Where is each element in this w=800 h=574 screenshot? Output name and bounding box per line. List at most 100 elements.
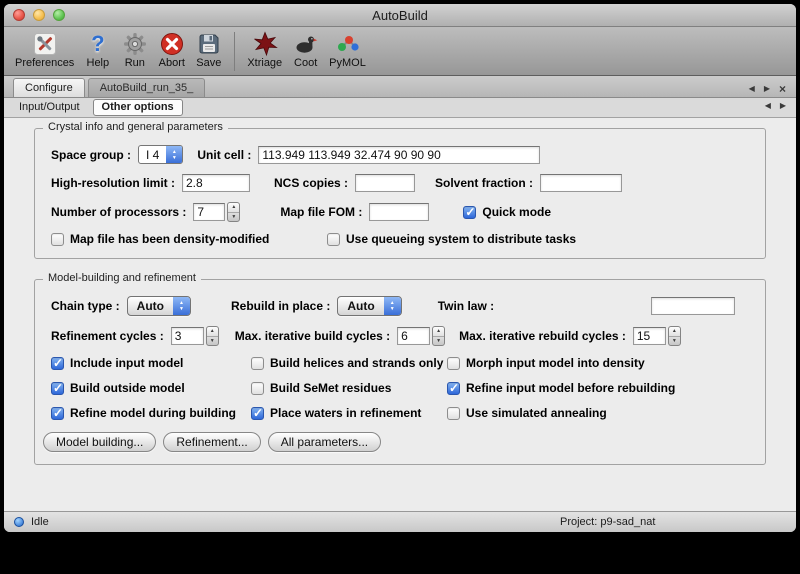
help-button[interactable]: ? Help (79, 29, 116, 70)
refinement-button[interactable]: Refinement... (163, 432, 260, 452)
space-group-combo[interactable]: I 4 ▲▼ (138, 145, 183, 164)
tab-configure[interactable]: Configure (13, 78, 85, 97)
popup-arrows-icon: ▲▼ (173, 297, 190, 315)
build-helices-strands-box (251, 357, 264, 370)
all-parameters-button[interactable]: All parameters... (268, 432, 381, 452)
form-row: Chain type : Auto ▲▼ Rebuild in place : … (51, 296, 749, 316)
save-button[interactable]: Save (190, 29, 227, 70)
page-scroll-right-icon[interactable]: ▶ (780, 101, 786, 110)
checkbox-build-outside-model[interactable]: Build outside model (51, 381, 251, 395)
space-group-label: Space group : (51, 148, 131, 162)
coot-button[interactable]: Coot (287, 29, 324, 70)
ncs-copies-label: NCS copies : (274, 176, 348, 190)
run-button[interactable]: Run (116, 29, 153, 70)
model-building-button[interactable]: Model building... (43, 432, 156, 452)
checkbox-morph-input-model[interactable]: Morph input model into density (447, 356, 749, 370)
tab-autobuild-run-35[interactable]: AutoBuild_run_35_ (88, 78, 206, 97)
high-res-label: High-resolution limit : (51, 176, 175, 190)
max-build-cycles-label: Max. iterative build cycles : (235, 329, 390, 343)
run-label: Run (125, 57, 145, 69)
save-label: Save (196, 57, 221, 69)
minimize-window-button[interactable] (33, 9, 45, 21)
map-fom-input[interactable] (369, 203, 429, 221)
max-rebuild-cycles-label: Max. iterative rebuild cycles : (459, 329, 626, 343)
tab-scroll-right-icon[interactable]: ▶ (764, 84, 770, 93)
zoom-window-button[interactable] (53, 9, 65, 21)
simulated-annealing-label: Use simulated annealing (466, 406, 607, 420)
abort-icon (158, 30, 185, 57)
refine-input-model-box (447, 382, 460, 395)
rebuild-in-place-popup[interactable]: Auto ▲▼ (337, 296, 401, 316)
max-build-cycles-stepper[interactable]: ▲▼ (432, 326, 445, 346)
chain-type-label: Chain type : (51, 299, 120, 313)
checkbox-quick-mode[interactable]: Quick mode (463, 205, 551, 219)
checkbox-simulated-annealing[interactable]: Use simulated annealing (447, 406, 749, 420)
close-window-button[interactable] (13, 9, 25, 21)
chain-type-popup[interactable]: Auto ▲▼ (127, 296, 191, 316)
space-group-value: I 4 (139, 146, 166, 163)
tab-other-options[interactable]: Other options (93, 99, 183, 116)
build-outside-model-box (51, 382, 64, 395)
tab-autobuild-run-35-label: AutoBuild_run_35_ (100, 82, 194, 94)
unit-cell-label: Unit cell : (197, 148, 251, 162)
model-building-title: Model-building and refinement (43, 272, 201, 284)
ncs-copies-input[interactable] (355, 174, 415, 192)
tab-input-output[interactable]: Input/Output (11, 100, 88, 115)
xtriage-button[interactable]: Xtriage (242, 29, 287, 70)
pymol-button[interactable]: PyMOL (324, 29, 371, 70)
window-controls (13, 9, 65, 21)
abort-label: Abort (159, 57, 185, 69)
coot-label: Coot (294, 57, 317, 69)
checkbox-density-modified[interactable]: Map file has been density-modified (51, 232, 269, 246)
preferences-label: Preferences (15, 57, 74, 69)
page-tab-bar: Input/Output Other options ◀ ▶ (4, 98, 796, 118)
rebuild-in-place-value: Auto (338, 297, 383, 315)
refinement-cycles-input[interactable] (171, 327, 204, 345)
include-input-model-label: Include input model (70, 356, 183, 370)
place-waters-box (251, 407, 264, 420)
page-scroll-left-icon[interactable]: ◀ (765, 101, 771, 110)
max-build-cycles-input[interactable] (397, 327, 430, 345)
max-rebuild-cycles-stepper[interactable]: ▲▼ (668, 326, 681, 346)
processors-input[interactable] (193, 203, 225, 221)
checkbox-include-input-model[interactable]: Include input model (51, 356, 251, 370)
abort-button[interactable]: Abort (153, 29, 190, 70)
checkbox-build-semet[interactable]: Build SeMet residues (251, 381, 447, 395)
refine-during-building-box (51, 407, 64, 420)
run-gear-icon (121, 30, 148, 57)
refinement-cycles-stepper[interactable]: ▲▼ (206, 326, 219, 346)
tab-scroll-left-icon[interactable]: ◀ (749, 84, 755, 93)
max-rebuild-cycles-input[interactable] (633, 327, 666, 345)
simulated-annealing-box (447, 407, 460, 420)
checkbox-refine-during-building[interactable]: Refine model during building (51, 406, 251, 420)
unit-cell-input[interactable] (258, 146, 540, 164)
checkbox-build-helices-strands[interactable]: Build helices and strands only (251, 356, 447, 370)
quick-mode-checkbox-box (463, 206, 476, 219)
crystal-info-title: Crystal info and general parameters (43, 121, 228, 133)
checkbox-queueing-system[interactable]: Use queueing system to distribute tasks (327, 232, 576, 246)
options-panel: Crystal info and general parameters Spac… (4, 128, 796, 521)
solvent-fraction-input[interactable] (540, 174, 622, 192)
save-floppy-icon (195, 30, 222, 57)
popup-arrows-icon: ▲▼ (384, 297, 401, 315)
density-modified-checkbox-box (51, 233, 64, 246)
twin-law-input[interactable] (651, 297, 735, 315)
help-icon: ? (84, 30, 111, 57)
build-helices-strands-label: Build helices and strands only (270, 356, 443, 370)
buttons-row: Model building... Refinement... All para… (43, 432, 749, 452)
form-row: Refinement cycles : ▲▼ Max. iterative bu… (51, 326, 749, 346)
preferences-button[interactable]: Preferences (10, 29, 79, 70)
processors-stepper[interactable]: ▲▼ (227, 202, 240, 222)
twin-law-label: Twin law : (438, 299, 494, 313)
high-res-input[interactable] (182, 174, 250, 192)
tab-close-icon[interactable]: × (779, 85, 786, 93)
checkbox-place-waters[interactable]: Place waters in refinement (251, 406, 447, 420)
processors-label: Number of processors : (51, 205, 186, 219)
help-label: Help (87, 57, 110, 69)
density-modified-label: Map file has been density-modified (70, 232, 269, 246)
toolbar-separator (234, 32, 235, 71)
build-outside-model-label: Build outside model (70, 381, 185, 395)
checkbox-refine-input-model[interactable]: Refine input model before rebuilding (447, 381, 749, 395)
include-input-model-box (51, 357, 64, 370)
status-idle-icon (14, 517, 24, 527)
